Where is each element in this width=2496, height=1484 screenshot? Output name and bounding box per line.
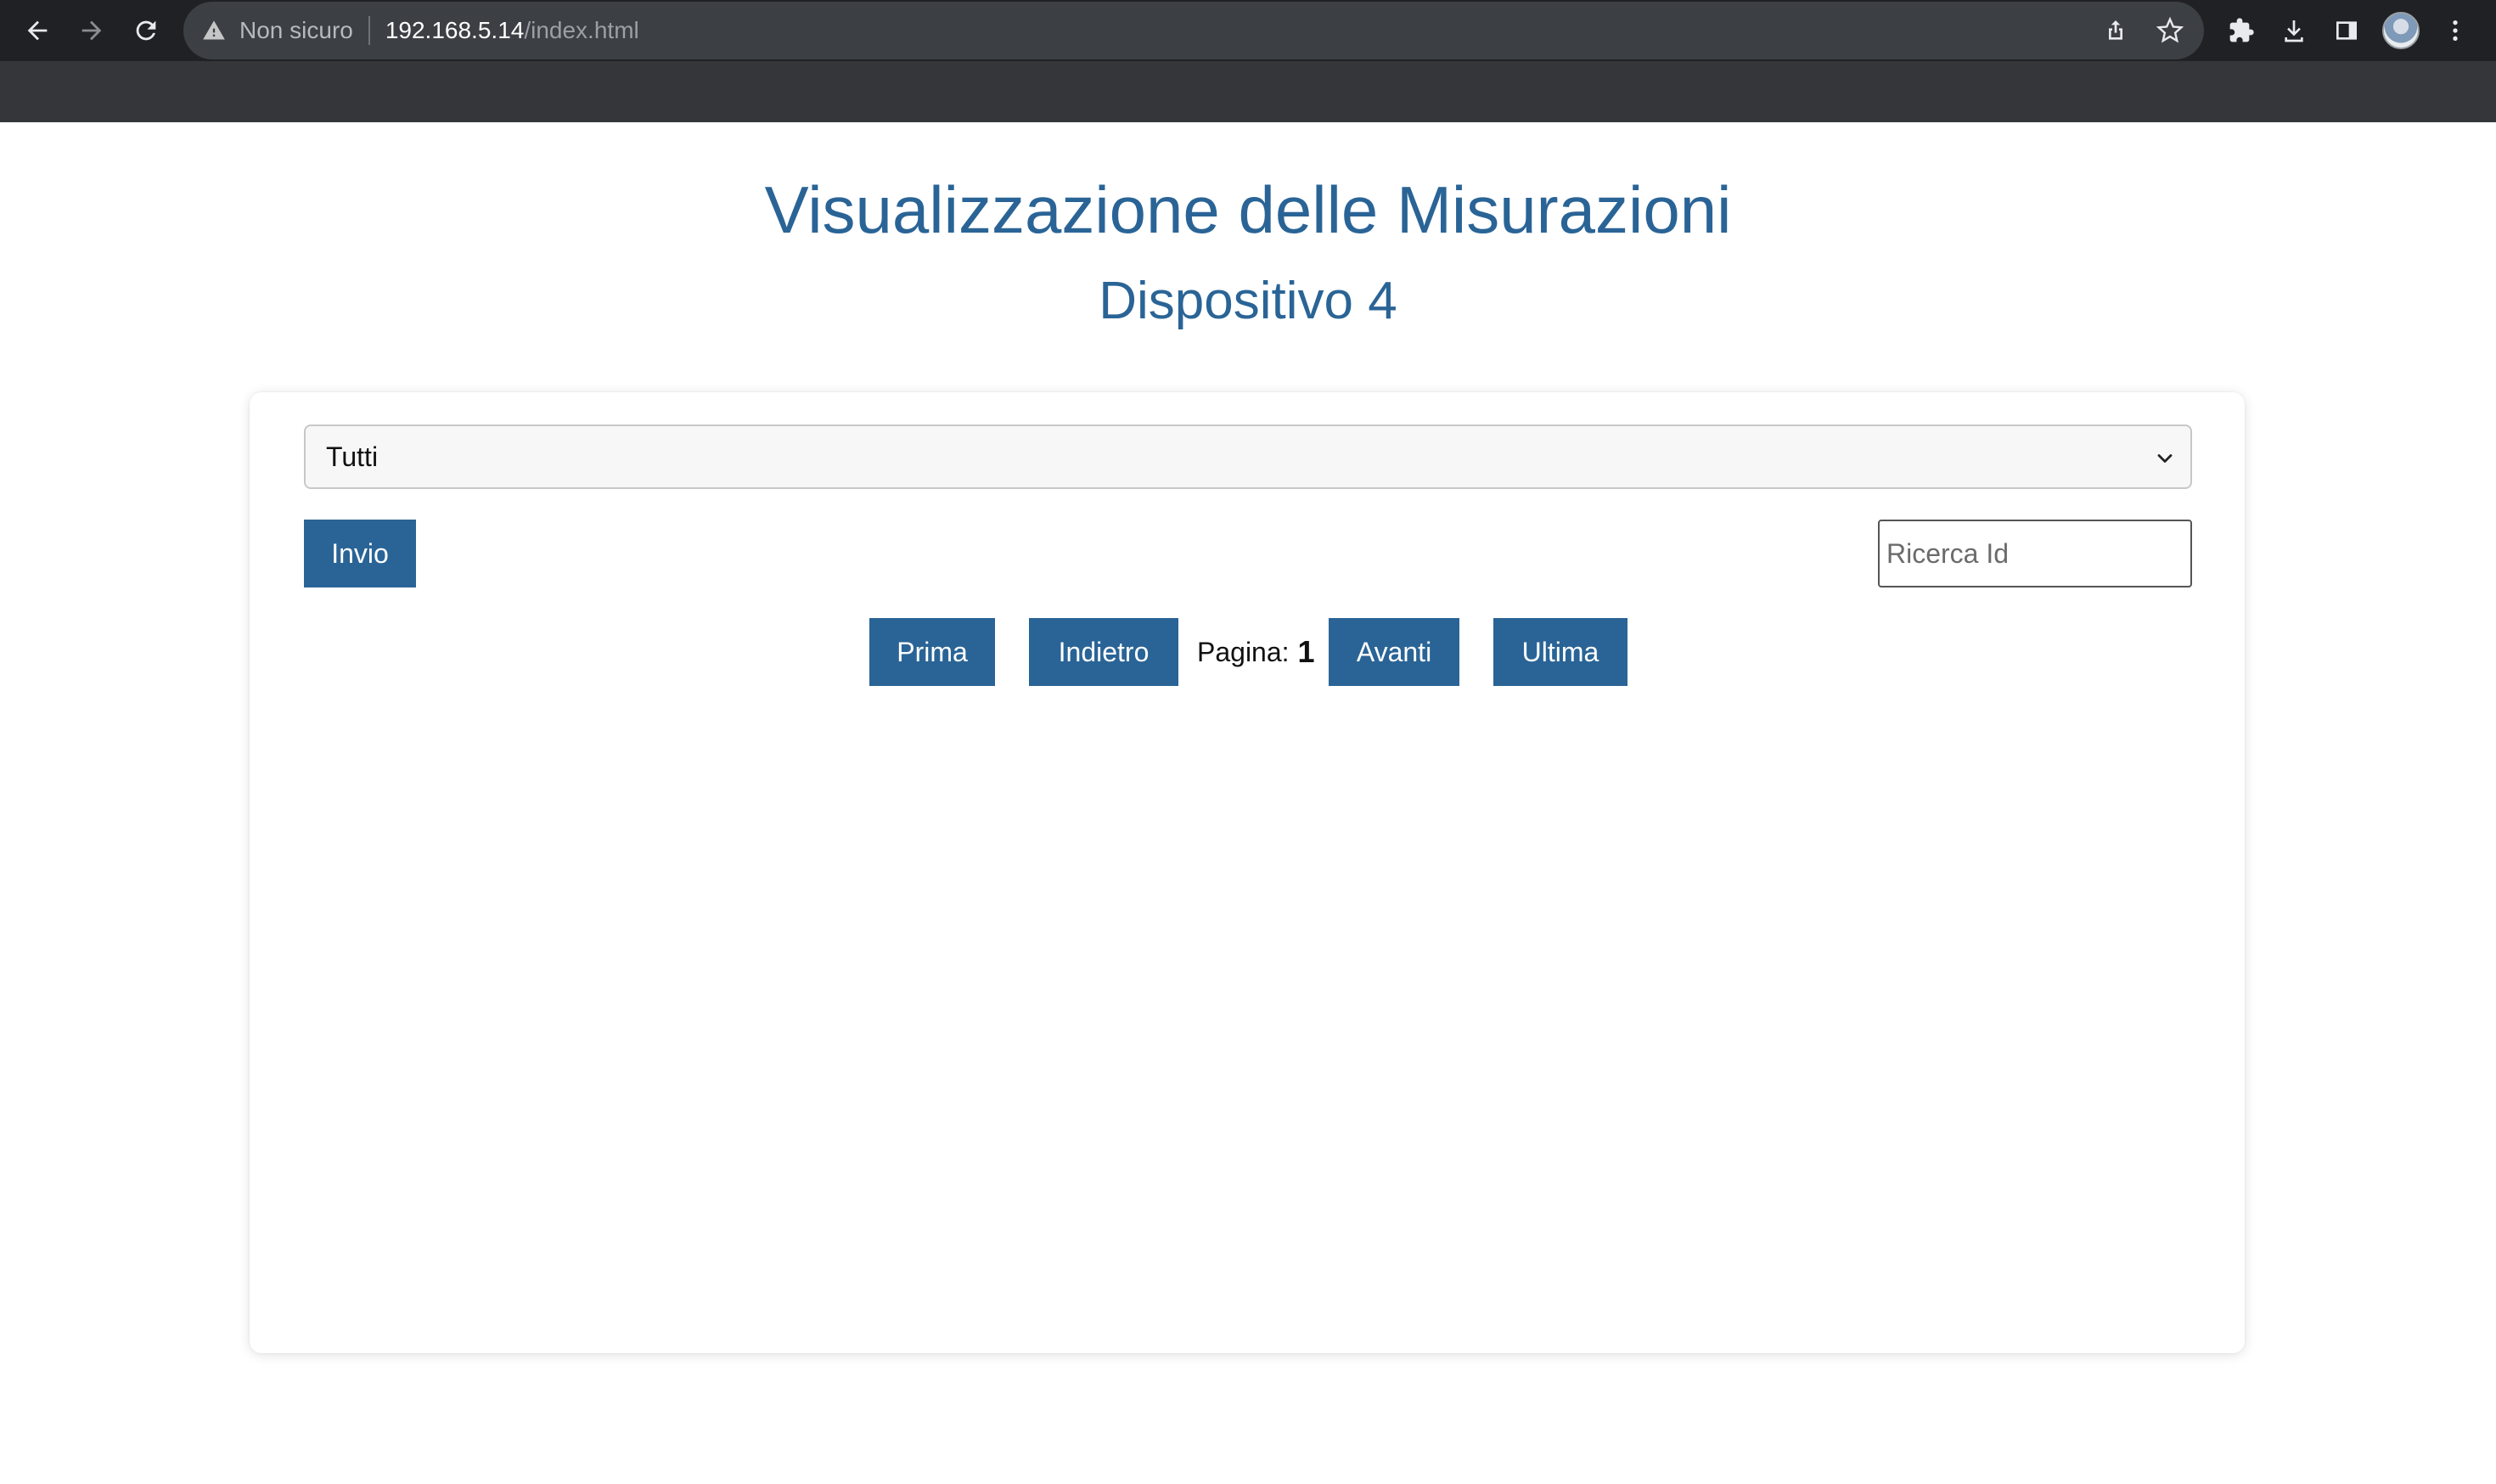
bookmark-star-icon[interactable] — [2153, 14, 2187, 48]
address-bar[interactable]: Non sicuro 192.168.5.14/index.html — [183, 2, 2204, 59]
share-icon[interactable] — [2099, 14, 2133, 48]
search-id-input[interactable] — [1878, 520, 2192, 587]
forward-icon[interactable] — [70, 8, 114, 53]
page-indicator-label: Pagina: — [1197, 636, 1290, 667]
toolbar-actions — [2224, 12, 2472, 49]
download-icon[interactable] — [2277, 14, 2311, 48]
warning-icon[interactable] — [202, 18, 228, 43]
reload-icon[interactable] — [124, 8, 168, 53]
next-page-button[interactable]: Avanti — [1329, 618, 1459, 686]
first-page-button[interactable]: Prima — [869, 618, 995, 686]
address-separator — [368, 16, 370, 45]
menu-kebab-icon[interactable] — [2438, 14, 2472, 48]
prev-page-button[interactable]: Indietro — [1029, 618, 1178, 686]
filter-select-value: Tutti — [326, 441, 379, 472]
url-host: 192.168.5.14 — [385, 17, 525, 43]
chevron-down-icon — [2157, 454, 2173, 463]
page-title: Visualizzazione delle Misurazioni — [764, 172, 1732, 247]
back-icon[interactable] — [15, 8, 59, 53]
page-viewport: Visualizzazione delle Misurazioni Dispos… — [0, 122, 2496, 1484]
address-bar-actions — [2099, 2, 2187, 59]
page-subtitle: Dispositivo 4 — [1099, 272, 1397, 330]
browser-toolbar: Non sicuro 192.168.5.14/index.html — [0, 0, 2496, 61]
last-page-button[interactable]: Ultima — [1493, 618, 1627, 686]
browser-chrome: Non sicuro 192.168.5.14/index.html — [0, 0, 2496, 122]
submit-button[interactable]: Invio — [304, 520, 416, 587]
profile-avatar[interactable] — [2382, 12, 2420, 49]
page-indicator: Pagina: 1 — [1197, 618, 1315, 686]
filter-select[interactable]: Tutti — [304, 424, 2192, 489]
page-indicator-number: 1 — [1297, 634, 1315, 669]
side-panel-icon[interactable] — [2330, 14, 2364, 48]
url-path: /index.html — [524, 17, 639, 43]
measurements-card: Tutti Invio Prima Indietro Pagina: 1 Ava… — [250, 392, 2245, 1353]
security-label[interactable]: Non sicuro — [239, 17, 353, 44]
extensions-icon[interactable] — [2224, 14, 2258, 48]
